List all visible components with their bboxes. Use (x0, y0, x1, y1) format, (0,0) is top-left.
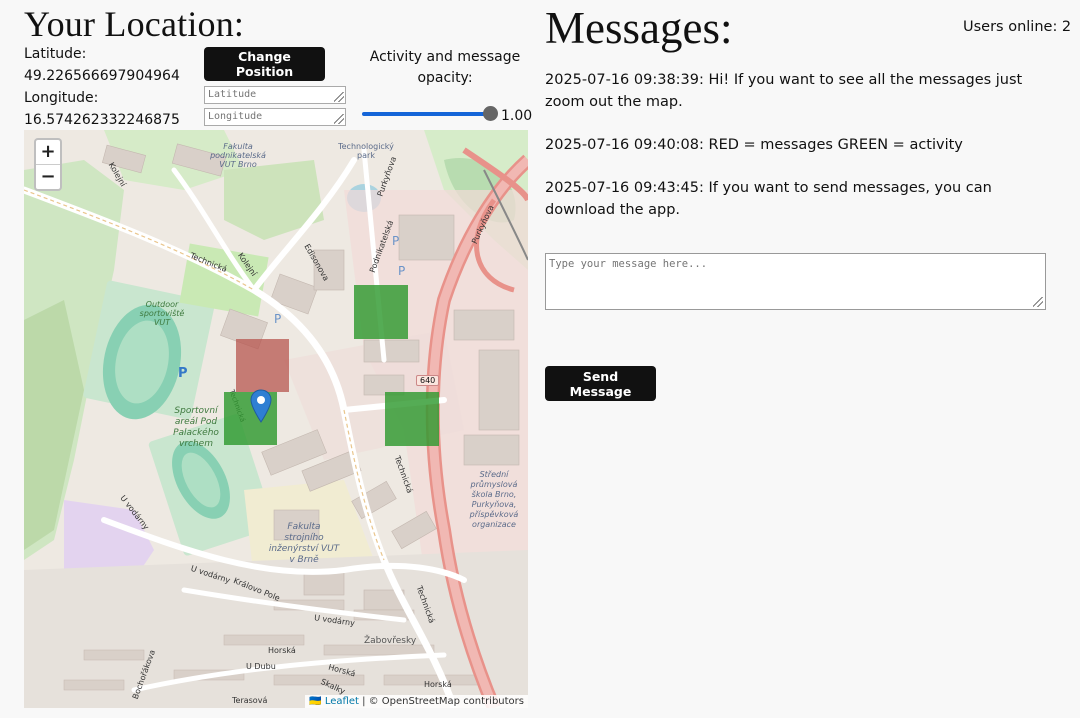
parking-icon: P (178, 366, 188, 381)
resize-grip-icon[interactable] (334, 91, 344, 102)
map-label: Terasová (232, 696, 268, 705)
map-label: Sportovní areál Pod Palackého vrchem (173, 406, 219, 449)
message-item: 2025-07-16 09:43:45: If you want to send… (545, 180, 992, 218)
users-online: Users online: 2 (963, 19, 1072, 35)
map-label: Fakulta podnikatelská VUT Brno (210, 142, 266, 169)
message-overlay-square[interactable] (236, 339, 289, 392)
map-label: U Dubu (246, 662, 276, 671)
message-input[interactable] (545, 253, 1046, 310)
message-item: 2025-07-16 09:40:08: RED = messages GREE… (545, 137, 963, 153)
latitude-value: 49.226566697904964 (24, 68, 180, 84)
location-title: Your Location: (24, 4, 245, 44)
longitude-label: Longitude: (24, 90, 99, 106)
resize-grip-icon[interactable] (334, 113, 344, 124)
map-attribution: 🇺🇦 Leaflet | © OpenStreetMap contributor… (305, 695, 528, 708)
parking-icon: P (274, 312, 282, 326)
opacity-value: 1.00 (501, 108, 533, 124)
road-number-badge: 640 (416, 375, 440, 386)
zoom-out-button[interactable]: − (36, 164, 60, 189)
map[interactable]: Fakulta podnikatelská VUT Brno Technolog… (24, 130, 528, 708)
activity-overlay-square[interactable] (354, 285, 408, 339)
latitude-input-wrap (204, 82, 346, 104)
map-label: Horská (268, 646, 296, 655)
send-message-button[interactable]: Send Message (545, 366, 656, 401)
opacity-slider[interactable] (362, 106, 498, 122)
ukraine-flag-icon: 🇺🇦 (309, 696, 322, 707)
messages-title: Messages: (545, 3, 733, 53)
longitude-value: 16.574262332246875 (24, 112, 180, 128)
map-label: Horská (424, 680, 452, 689)
opacity-label: Activity and message opacity: (369, 49, 521, 86)
resize-grip-icon[interactable] (1033, 297, 1043, 307)
attribution-text: | © OpenStreetMap contributors (358, 696, 524, 707)
map-label: Outdoor sportoviště VUT (139, 300, 185, 327)
map-label: Fakulta strojního inženýrství VUT v Brně (268, 522, 340, 565)
map-label: Technologický park (338, 142, 394, 160)
parking-icon: P (398, 264, 406, 278)
opacity-slider-thumb[interactable] (483, 106, 498, 121)
latitude-input[interactable] (204, 85, 346, 104)
zoom-in-button[interactable]: + (36, 140, 60, 164)
zoom-control: + − (34, 138, 62, 191)
message-item: 2025-07-16 09:38:39: Hi! If you want to … (545, 72, 1023, 110)
location-marker-icon[interactable] (250, 389, 272, 423)
longitude-input[interactable] (204, 107, 346, 126)
change-position-button[interactable]: Change Position (204, 47, 325, 81)
parking-icon: P (392, 234, 400, 248)
opacity-slider-fill (362, 112, 491, 116)
map-label: Žabovřesky (364, 636, 417, 646)
leaflet-link[interactable]: Leaflet (325, 696, 359, 707)
message-input-wrap (545, 253, 1046, 310)
latitude-label: Latitude: (24, 46, 87, 62)
map-label: Střední průmyslová škola Brno, Purkyňova… (469, 470, 519, 529)
longitude-input-wrap (204, 104, 346, 126)
activity-overlay-square[interactable] (385, 392, 439, 446)
